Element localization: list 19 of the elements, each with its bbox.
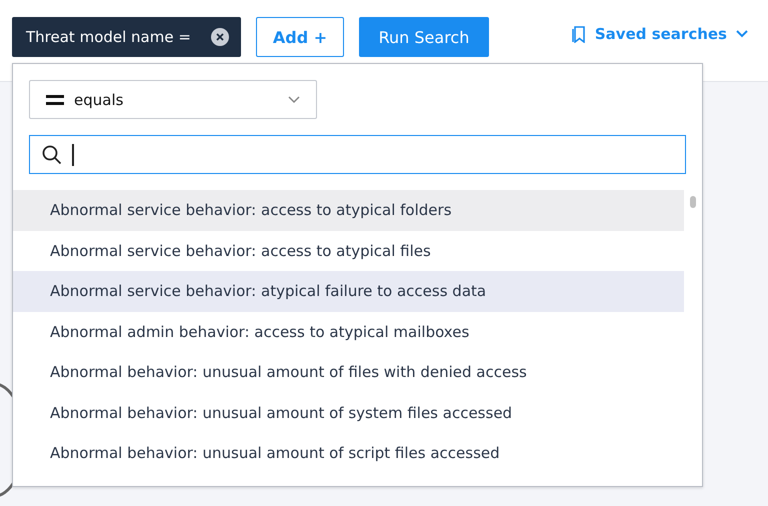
option-item[interactable]: Abnormal behavior: unusual amount of files with denied access	[13, 352, 684, 392]
text-cursor	[72, 144, 74, 166]
option-item[interactable]: Abnormal behavior: unusual amount of system files accessed	[13, 392, 684, 433]
option-item[interactable]: Abnormal service behavior: access to atypical files	[13, 230, 684, 271]
chevron-down-icon	[736, 30, 748, 38]
filter-label: Threat model name =	[26, 28, 191, 46]
chevron-down-icon	[288, 96, 300, 104]
bookmark-icon	[572, 26, 586, 42]
scrollbar-thumb[interactable]	[690, 196, 696, 208]
filter-chip[interactable]: Threat model name =	[12, 17, 241, 57]
equals-icon	[46, 94, 64, 104]
option-item[interactable]: Abnormal service behavior: access to atypical folders	[13, 190, 684, 230]
clear-icon[interactable]	[211, 28, 229, 46]
option-item[interactable]: Abnormal admin behavior: access to atypical mailboxes	[13, 312, 684, 352]
option-item[interactable]: Abnormal behavior: unusual amount of script files accessed	[13, 433, 684, 474]
option-item[interactable]: Abnormal service behavior: atypical failure to access data	[13, 271, 684, 312]
search-icon	[42, 144, 62, 164]
search-field[interactable]	[29, 135, 686, 174]
operator-select[interactable]: equals	[29, 80, 317, 119]
